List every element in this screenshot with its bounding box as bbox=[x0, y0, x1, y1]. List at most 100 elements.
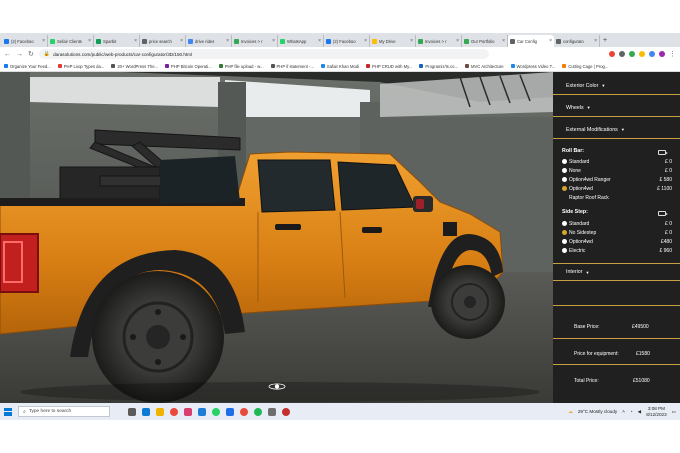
exterior-color-toggle[interactable]: Exterior Color ▼ bbox=[553, 77, 680, 95]
app-icon[interactable] bbox=[198, 407, 206, 416]
tab-close-icon[interactable]: × bbox=[594, 38, 597, 44]
browser-tab[interactable]: drive rides × bbox=[186, 35, 232, 47]
option-row[interactable]: Electric £ 960 bbox=[562, 247, 672, 254]
radio-button[interactable] bbox=[562, 230, 567, 235]
app-icon[interactable] bbox=[268, 407, 276, 416]
browser-tab[interactable]: Sefair Clients × bbox=[48, 35, 94, 47]
spotify-icon[interactable] bbox=[254, 407, 262, 416]
app-icon[interactable] bbox=[226, 407, 234, 416]
browser-tab[interactable]: Invoices > r × bbox=[416, 35, 462, 47]
browser-tab[interactable]: (2) Faceboo × bbox=[324, 35, 370, 47]
tab-close-icon[interactable]: × bbox=[364, 38, 367, 44]
camera-icon[interactable] bbox=[658, 150, 668, 155]
browser-tab[interactable]: WhatsApp × bbox=[278, 35, 324, 47]
edge-icon[interactable] bbox=[142, 407, 150, 416]
weather-text[interactable]: 29°C Mostly cloudy bbox=[578, 409, 617, 414]
chrome-icon[interactable] bbox=[170, 407, 178, 416]
rotate-view-icon[interactable] bbox=[268, 383, 286, 390]
reload-icon[interactable]: ↻ bbox=[28, 50, 34, 58]
clock[interactable]: 3:08 PM 8/12/2023 bbox=[646, 406, 666, 417]
bookmark-item[interactable]: Organize Your Feed... bbox=[4, 64, 51, 69]
radio-button[interactable] bbox=[562, 239, 567, 244]
bookmark-item[interactable]: PHP CRUD with My... bbox=[366, 64, 412, 69]
taskbar-search-placeholder: Type here to search bbox=[28, 409, 72, 414]
new-tab-icon[interactable]: + bbox=[603, 35, 607, 47]
forward-icon[interactable]: → bbox=[16, 51, 23, 58]
browser-tab[interactable]: Invoices > r × bbox=[232, 35, 278, 47]
profile-avatar[interactable] bbox=[659, 51, 665, 57]
whatsapp-icon[interactable] bbox=[212, 407, 220, 416]
option-row[interactable]: None £ 0 bbox=[562, 167, 672, 174]
tab-close-icon[interactable]: × bbox=[88, 38, 91, 44]
bookmark-item[interactable]: 20+ WordPress The... bbox=[111, 64, 158, 69]
radio-button[interactable] bbox=[562, 159, 567, 164]
extension-icon[interactable] bbox=[649, 51, 655, 57]
bookmark-item[interactable]: PHP if statement -... bbox=[270, 64, 314, 69]
radio-button[interactable] bbox=[562, 186, 567, 191]
option-row[interactable]: Option4wd £ 1100 bbox=[562, 185, 672, 192]
option-row[interactable]: Option4wd £480 bbox=[562, 238, 672, 245]
browser-tab[interactable]: Sparbit × bbox=[94, 35, 140, 47]
browser-tab[interactable]: Our Portfolio × bbox=[462, 35, 508, 47]
interior-toggle[interactable]: Interior ▼ bbox=[553, 263, 680, 281]
extension-icon[interactable] bbox=[629, 51, 635, 57]
tab-close-icon[interactable]: × bbox=[456, 38, 459, 44]
tab-close-icon[interactable]: × bbox=[134, 38, 137, 44]
url-field[interactable]: 🔒 darasolutions.com/public/web-products/… bbox=[38, 49, 489, 59]
radio-button[interactable] bbox=[562, 248, 567, 253]
option-price: £ 0 bbox=[665, 220, 672, 227]
browser-tab[interactable]: Car Config × bbox=[508, 35, 554, 47]
camera-icon[interactable] bbox=[658, 211, 668, 216]
menu-icon[interactable]: ⋮ bbox=[669, 50, 676, 58]
tab-close-icon[interactable]: × bbox=[272, 38, 275, 44]
volume-icon[interactable]: ◀ bbox=[638, 409, 642, 415]
windows-start-icon[interactable] bbox=[4, 407, 12, 416]
notification-icon[interactable]: ▭ bbox=[672, 409, 676, 415]
tab-close-icon[interactable]: × bbox=[318, 38, 321, 44]
tab-close-icon[interactable]: × bbox=[549, 38, 552, 44]
tab-favicon-icon bbox=[234, 38, 239, 44]
bookmark-item[interactable]: Programiz/Is.co... bbox=[419, 64, 458, 69]
tab-close-icon[interactable]: × bbox=[180, 38, 183, 44]
app-icon[interactable] bbox=[184, 407, 192, 416]
app-icon[interactable] bbox=[282, 407, 290, 416]
tab-close-icon[interactable]: × bbox=[226, 38, 229, 44]
extension-icon[interactable] bbox=[639, 51, 645, 57]
caret-down-icon: ▼ bbox=[586, 105, 591, 110]
car-3d-viewport[interactable] bbox=[0, 72, 553, 403]
back-icon[interactable]: ← bbox=[4, 51, 11, 58]
bookmark-item[interactable]: PHP Loop Types da... bbox=[57, 64, 104, 69]
external-mods-toggle[interactable]: External Modifications ▼ bbox=[553, 121, 680, 139]
file-explorer-icon[interactable] bbox=[156, 407, 164, 416]
bookmark-item[interactable]: PHP file upload - w... bbox=[218, 64, 264, 69]
chrome-icon[interactable] bbox=[240, 407, 248, 416]
radio-button[interactable] bbox=[562, 168, 567, 173]
tab-close-icon[interactable]: × bbox=[502, 38, 505, 44]
tab-label: (2) Faceboo bbox=[333, 38, 356, 44]
tab-close-icon[interactable]: × bbox=[42, 38, 45, 44]
tab-close-icon[interactable]: × bbox=[410, 38, 413, 44]
bookmark-item[interactable]: Cutting Cage | Prog... bbox=[562, 64, 608, 69]
extension-icon[interactable] bbox=[619, 51, 625, 57]
radio-button[interactable] bbox=[562, 177, 567, 182]
browser-tab[interactable]: price search × bbox=[140, 35, 186, 47]
browser-tab[interactable]: My Drive × bbox=[370, 35, 416, 47]
option-row[interactable]: Standard £ 0 bbox=[562, 158, 672, 165]
wifi-icon[interactable]: ◔ bbox=[630, 409, 633, 414]
option-price: £480 bbox=[660, 238, 672, 245]
bookmark-item[interactable]: Safair Khan Modi bbox=[320, 64, 359, 69]
bookmark-item[interactable]: MVC Architecture bbox=[464, 64, 504, 69]
task-view-icon[interactable] bbox=[128, 407, 136, 416]
browser-tab[interactable]: configurato × bbox=[554, 35, 600, 47]
wheels-toggle[interactable]: Wheels ▼ bbox=[553, 99, 680, 117]
bookmark-item[interactable]: Wordpress Video T... bbox=[510, 64, 555, 69]
bookmark-item[interactable]: PHP Bitcoin Operati... bbox=[165, 64, 212, 69]
option-row[interactable]: Standard £ 0 bbox=[562, 220, 672, 227]
extension-icon[interactable] bbox=[609, 51, 615, 57]
radio-button[interactable] bbox=[562, 221, 567, 226]
chevron-up-icon[interactable]: ˄ bbox=[622, 409, 625, 414]
option-row[interactable]: No Sidestep £ 0 bbox=[562, 229, 672, 236]
option-row[interactable]: Option4wd Ranger £ 580 bbox=[562, 176, 672, 183]
browser-tab[interactable]: (2) Faceboo × bbox=[2, 35, 48, 47]
taskbar-search-box[interactable]: ⌕ Type here to search bbox=[18, 406, 110, 417]
